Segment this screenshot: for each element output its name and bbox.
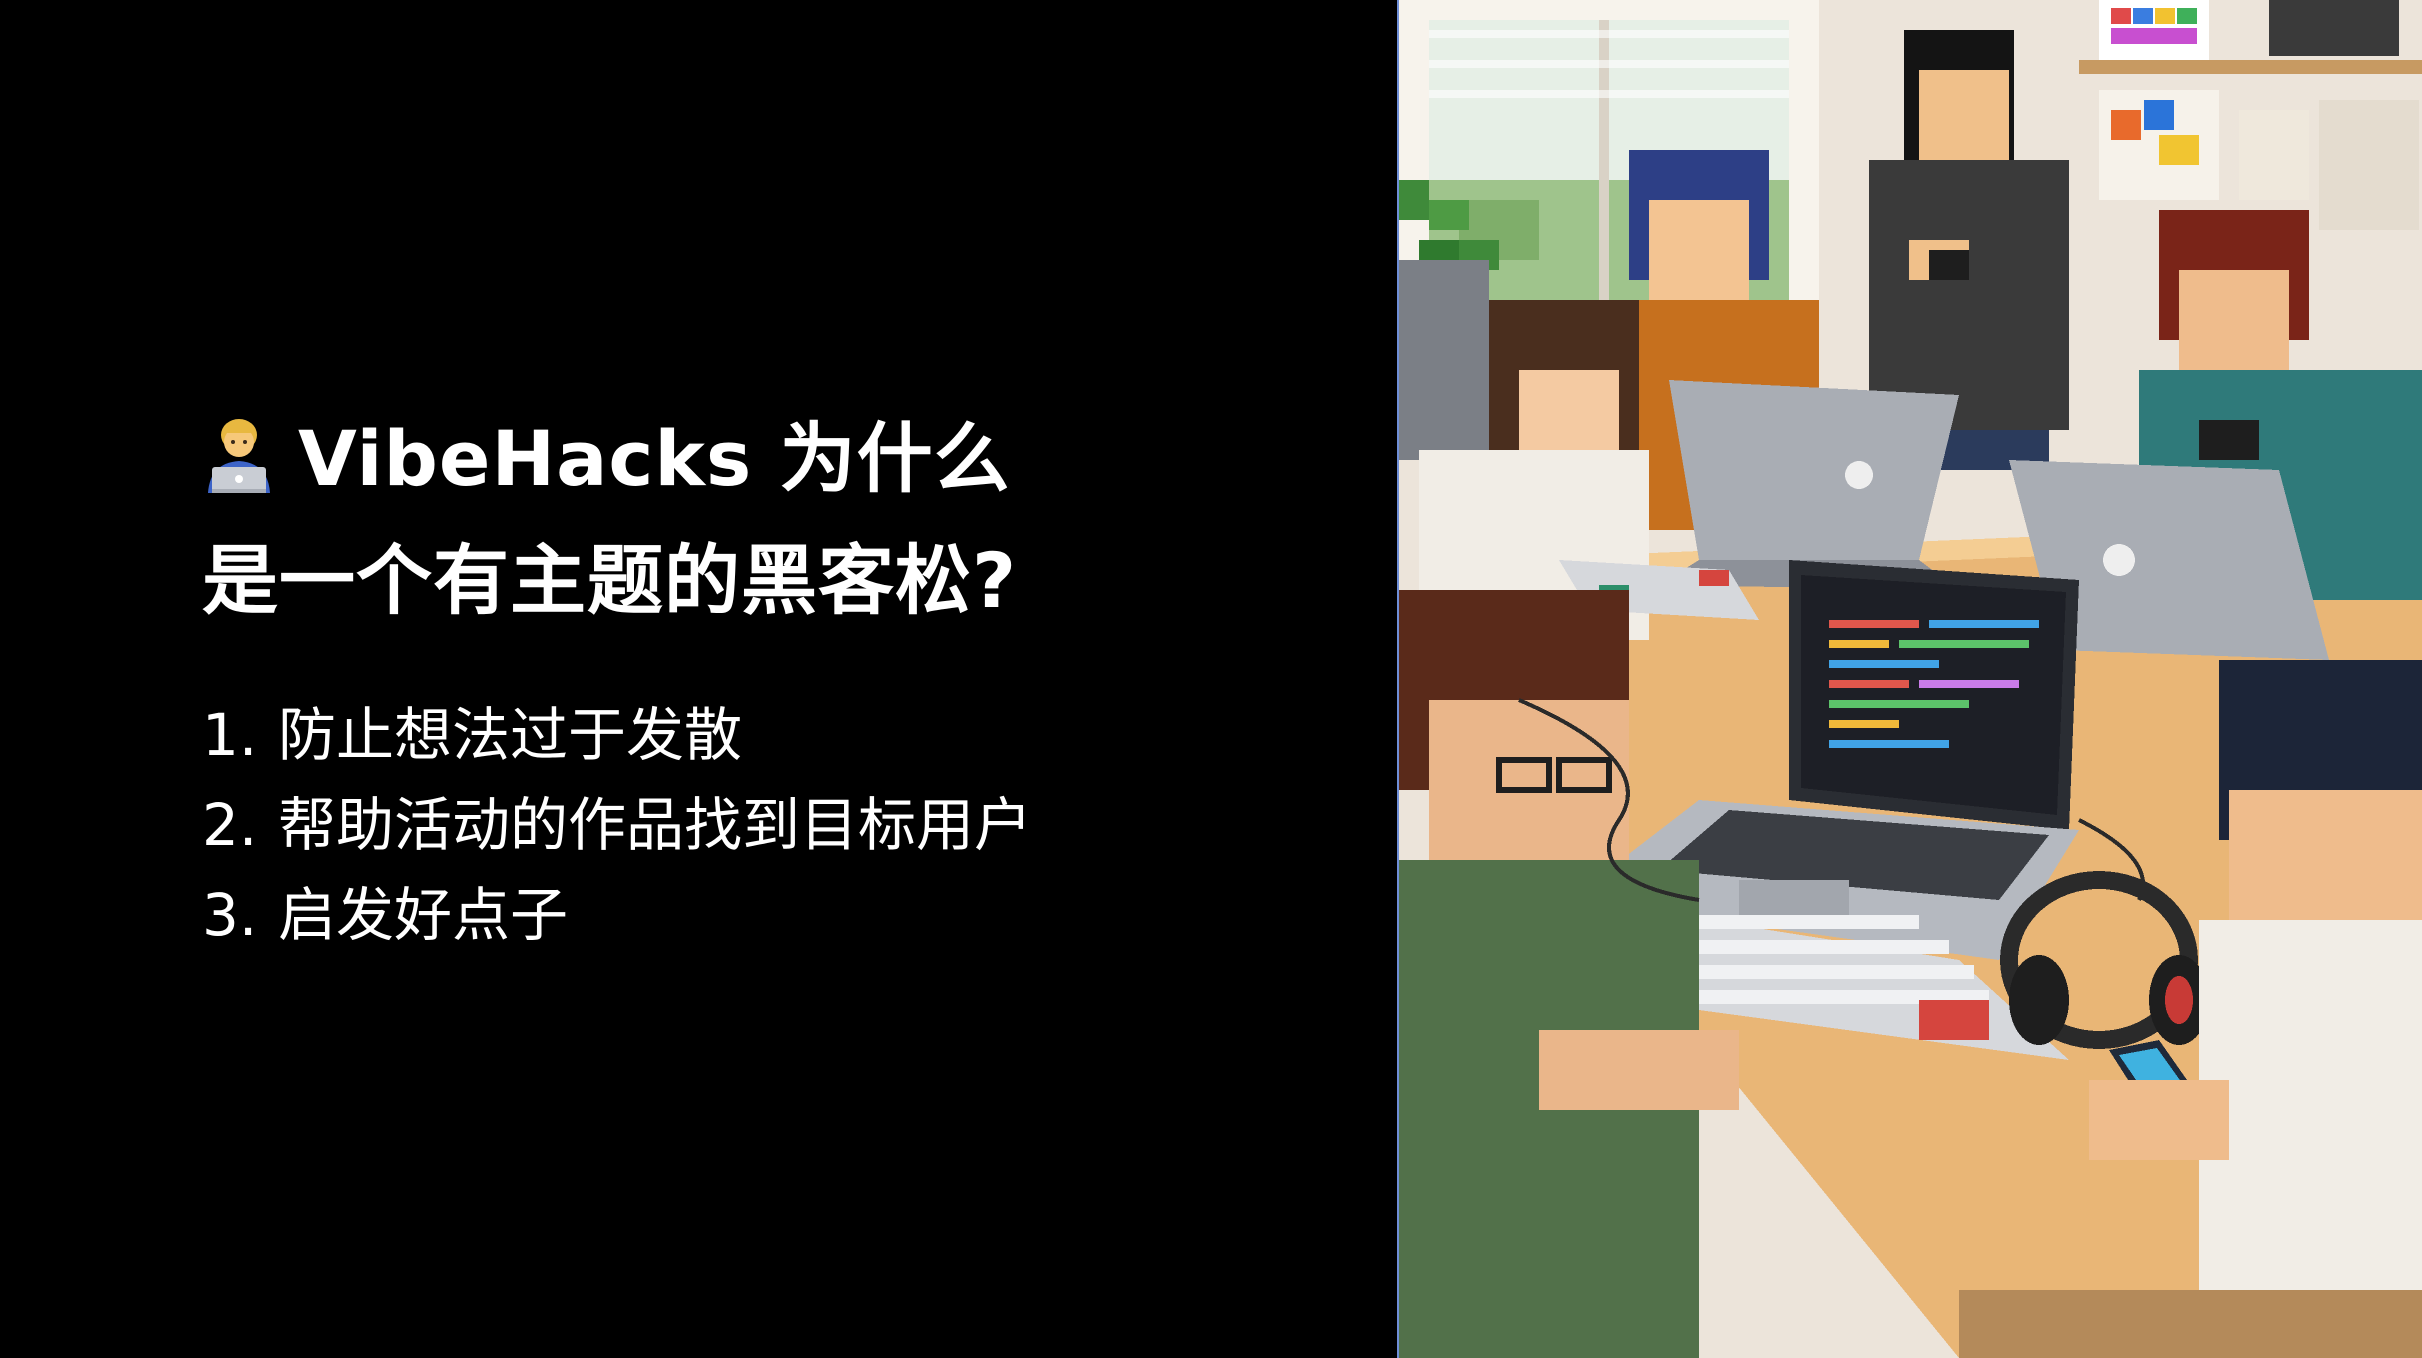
title-line-1: VibeHacks 为什么 bbox=[202, 398, 1017, 520]
slide-title: VibeHacks 为什么 是一个有主题的黑客松? bbox=[202, 398, 1017, 642]
slide: VibeHacks 为什么 是一个有主题的黑客松? 1. 防止想法过于发散 2. 帮… bbox=[0, 0, 2422, 1358]
list-item: 3. 启发好点子 bbox=[202, 870, 1032, 960]
hackathon-illustration bbox=[1397, 0, 2422, 1358]
list-item-text: 帮助活动的作品找到目标用户 bbox=[278, 791, 1033, 859]
title-line-2: 是一个有主题的黑客松? bbox=[202, 536, 1018, 625]
technologist-emoji-icon bbox=[202, 406, 276, 493]
list-item: 1. 防止想法过于发散 bbox=[202, 690, 1032, 780]
text-panel: VibeHacks 为什么 是一个有主题的黑客松? 1. 防止想法过于发散 2. 帮… bbox=[0, 0, 1397, 1358]
list-item-number: 1. bbox=[202, 701, 258, 769]
list-item-number: 2. bbox=[202, 791, 258, 859]
list-item-text: 启发好点子 bbox=[278, 881, 569, 949]
list-item-number: 3. bbox=[202, 881, 258, 949]
title-text-line-1: VibeHacks 为什么 bbox=[298, 414, 1011, 503]
reasons-list: 1. 防止想法过于发散 2. 帮助活动的作品找到目标用户 3. 启发好点子 bbox=[202, 690, 1032, 960]
list-item: 2. 帮助活动的作品找到目标用户 bbox=[202, 780, 1032, 870]
list-item-text: 防止想法过于发散 bbox=[278, 701, 743, 769]
